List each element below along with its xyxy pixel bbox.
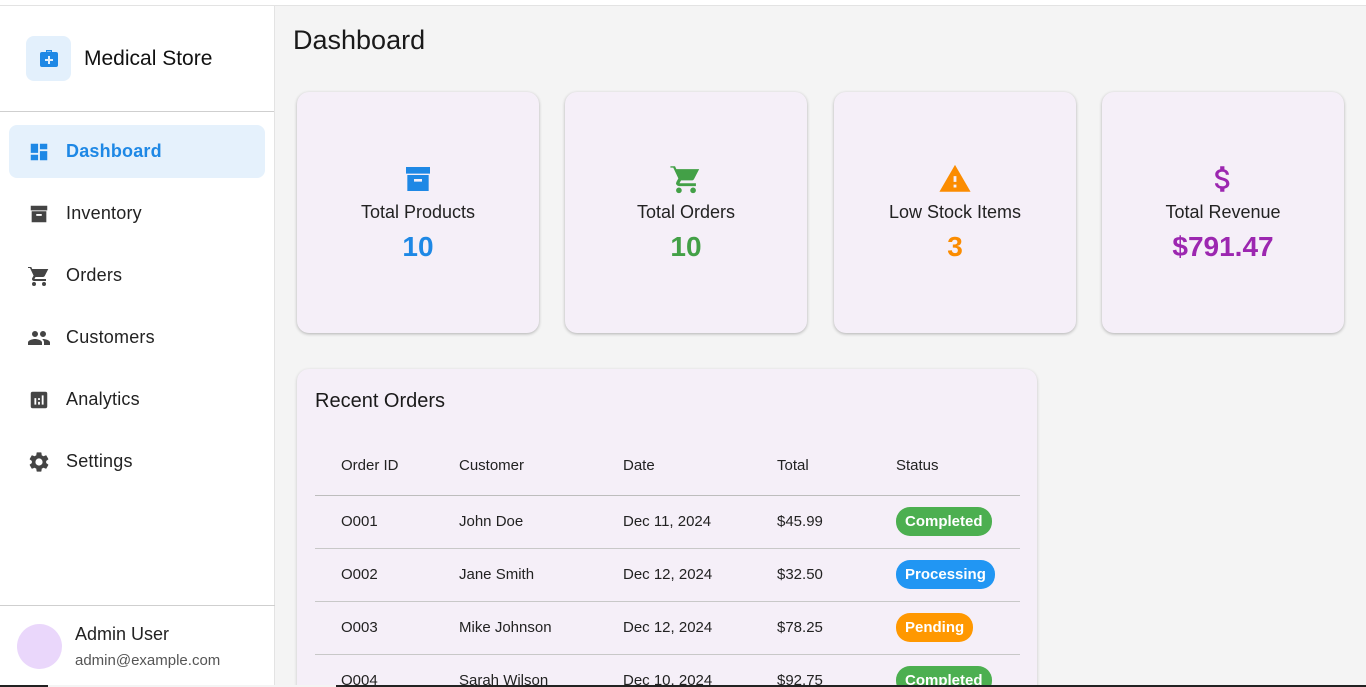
sidebar-item-label: Inventory xyxy=(66,203,142,223)
people-icon xyxy=(27,326,51,350)
stat-label: Total Orders xyxy=(636,202,736,222)
gear-icon xyxy=(27,450,51,474)
sidebar-item-orders[interactable]: Orders xyxy=(9,249,265,302)
sidebar-item-label: Settings xyxy=(66,451,133,471)
status-badge: Pending xyxy=(896,613,974,642)
sidebar-item-analytics[interactable]: Analytics xyxy=(9,373,265,426)
order-total: $78.25 xyxy=(777,601,896,655)
dollar-icon xyxy=(1206,162,1240,196)
archive-icon xyxy=(401,162,435,196)
column-header-date[interactable]: Date xyxy=(623,437,777,496)
medical-bag-icon xyxy=(26,36,71,81)
app-title: Medical Store xyxy=(84,46,213,70)
status-badge: Processing xyxy=(896,560,995,589)
main-content: Dashboard Total Products 10 Total Orders… xyxy=(276,6,1366,687)
stat-card-total-revenue: Total Revenue $791.47 xyxy=(1102,92,1344,333)
sidebar-item-settings[interactable]: Settings xyxy=(9,435,265,488)
cart-icon xyxy=(669,162,703,196)
table-row[interactable]: O002 Jane Smith Dec 12, 2024 $32.50 Proc… xyxy=(315,548,1020,602)
stat-card-total-products: Total Products 10 xyxy=(297,92,539,333)
order-total: $92.75 xyxy=(777,654,896,687)
analytics-icon xyxy=(27,388,51,412)
cart-icon xyxy=(27,264,51,288)
order-date: Dec 12, 2024 xyxy=(623,601,777,655)
sidebar-item-label: Analytics xyxy=(66,389,140,409)
order-id: O002 xyxy=(315,548,459,602)
order-date: Dec 11, 2024 xyxy=(623,495,777,549)
sidebar-item-dashboard[interactable]: Dashboard xyxy=(9,125,265,178)
order-id: O003 xyxy=(315,601,459,655)
column-header-order-id[interactable]: Order ID xyxy=(315,437,459,496)
recent-orders-panel: Recent Orders Order ID Customer Date Tot… xyxy=(297,369,1037,687)
orders-table: Order ID Customer Date Total Status O001… xyxy=(315,437,1020,687)
column-header-total[interactable]: Total xyxy=(777,437,896,496)
order-total: $45.99 xyxy=(777,495,896,549)
recent-orders-title: Recent Orders xyxy=(315,390,446,412)
table-row[interactable]: O004 Sarah Wilson Dec 10, 2024 $92.75 Co… xyxy=(315,654,1020,687)
stat-value: 10 xyxy=(670,231,702,262)
order-date: Dec 12, 2024 xyxy=(623,548,777,602)
user-profile[interactable]: Admin User admin@example.com xyxy=(0,605,275,687)
table-header-row: Order ID Customer Date Total Status xyxy=(315,437,1020,496)
order-total: $32.50 xyxy=(777,548,896,602)
brand: Medical Store xyxy=(0,6,274,112)
order-customer: Sarah Wilson xyxy=(459,654,623,687)
order-date: Dec 10, 2024 xyxy=(623,654,777,687)
order-id: O004 xyxy=(315,654,459,687)
stat-label: Low Stock Items xyxy=(888,202,1022,222)
column-header-customer[interactable]: Customer xyxy=(459,437,623,496)
table-row[interactable]: O003 Mike Johnson Dec 12, 2024 $78.25 Pe… xyxy=(315,601,1020,655)
order-customer: Mike Johnson xyxy=(459,601,623,655)
status-badge: Completed xyxy=(896,507,992,536)
user-email: admin@example.com xyxy=(75,652,221,669)
warning-icon xyxy=(938,162,972,196)
stat-card-total-orders: Total Orders 10 xyxy=(565,92,807,333)
sidebar-item-customers[interactable]: Customers xyxy=(9,311,265,364)
stat-card-low-stock: Low Stock Items 3 xyxy=(834,92,1076,333)
avatar[interactable] xyxy=(17,624,62,669)
order-customer: Jane Smith xyxy=(459,548,623,602)
page-title: Dashboard xyxy=(293,25,426,55)
user-name: Admin User xyxy=(75,624,170,644)
stat-value: $791.47 xyxy=(1172,231,1274,262)
order-id: O001 xyxy=(315,495,459,549)
sidebar-item-label: Customers xyxy=(66,327,155,347)
sidebar-item-label: Dashboard xyxy=(66,141,162,161)
dashboard-icon xyxy=(27,140,51,164)
sidebar: Medical Store Dashboard Inventory Orders… xyxy=(0,6,275,687)
archive-icon xyxy=(27,202,51,226)
sidebar-nav: Dashboard Inventory Orders Customers Ana… xyxy=(0,112,274,488)
order-customer: John Doe xyxy=(459,495,623,549)
stat-value: 3 xyxy=(947,231,963,262)
status-badge: Completed xyxy=(896,666,992,687)
column-header-status[interactable]: Status xyxy=(896,437,1020,496)
stat-label: Total Products xyxy=(360,202,476,222)
sidebar-item-inventory[interactable]: Inventory xyxy=(9,187,265,240)
table-row[interactable]: O001 John Doe Dec 11, 2024 $45.99 Comple… xyxy=(315,495,1020,549)
sidebar-item-label: Orders xyxy=(66,265,123,285)
stat-value: 10 xyxy=(402,231,434,262)
stat-label: Total Revenue xyxy=(1165,202,1281,222)
